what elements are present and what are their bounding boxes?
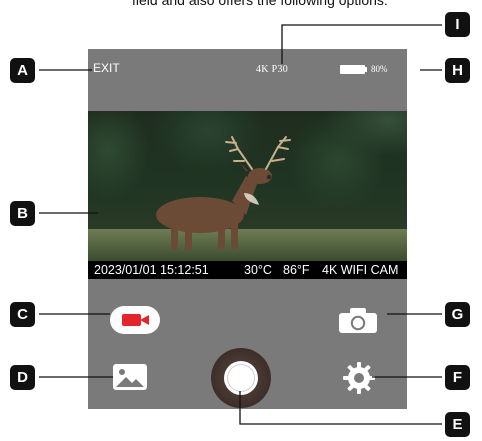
app-screenshot-page: field and also offers the following opti… <box>0 0 482 441</box>
callout-label-g: G <box>445 302 470 327</box>
callout-label-c: C <box>10 302 35 327</box>
callout-label-b: B <box>10 201 35 226</box>
callout-label-h: H <box>445 58 470 83</box>
callout-lines <box>39 24 442 425</box>
callout-label-d: D <box>10 365 35 390</box>
callout-label-e: E <box>445 412 470 437</box>
callout-label-f: F <box>445 365 470 390</box>
callout-label-a: A <box>10 58 35 83</box>
callout-label-i: I <box>445 12 470 37</box>
